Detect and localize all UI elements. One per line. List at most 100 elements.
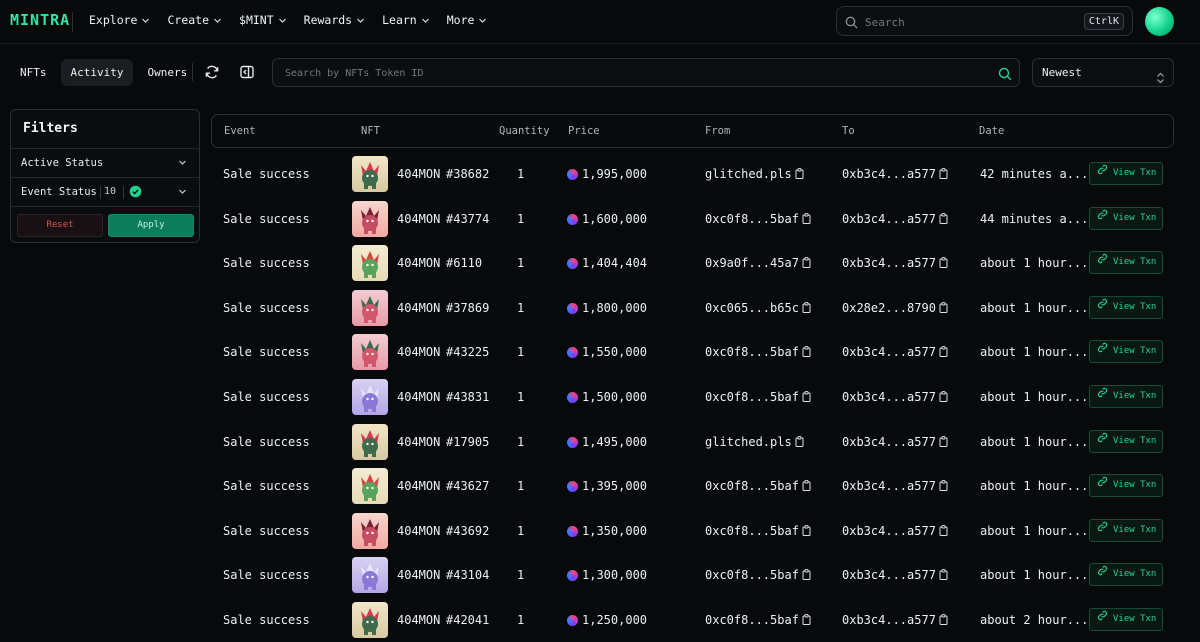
nav-item-learn[interactable]: Learn — [382, 13, 430, 27]
brand-logo[interactable]: MINTRA — [10, 11, 70, 29]
nft-token-id[interactable]: #17905 — [446, 435, 489, 449]
nft-collection[interactable]: 404MON — [397, 524, 440, 538]
nft-collection[interactable]: 404MON — [397, 301, 440, 315]
from-cell[interactable]: 0xc0f8...5baf — [705, 568, 811, 582]
copy-icon[interactable] — [799, 301, 811, 315]
nft-thumbnail[interactable] — [352, 423, 388, 460]
nft-collection[interactable]: 404MON — [397, 256, 440, 270]
copy-icon[interactable] — [936, 435, 948, 449]
table-row[interactable]: Sale success 404MON #6110 1 1,404,404 0x9a0f.… — [211, 241, 1174, 285]
global-search[interactable]: CtrlK — [836, 6, 1133, 36]
to-address[interactable]: 0xb3c4...a577 — [842, 435, 936, 449]
global-search-input[interactable] — [863, 13, 1063, 31]
sidebar-collapse-icon[interactable] — [239, 64, 255, 80]
table-row[interactable]: Sale success 404MON #43831 1 1,500,000 0xc0f8… — [211, 375, 1174, 419]
view-txn-button[interactable]: View Txn — [1089, 385, 1163, 408]
user-avatar[interactable] — [1145, 7, 1174, 36]
to-cell[interactable]: 0xb3c4...a577 — [842, 568, 948, 582]
copy-icon[interactable] — [799, 479, 811, 493]
copy-icon[interactable] — [799, 613, 811, 627]
copy-icon[interactable] — [936, 568, 948, 582]
from-cell[interactable]: 0xc0f8...5baf — [705, 212, 811, 226]
nft-thumbnail[interactable] — [352, 289, 388, 326]
to-address[interactable]: 0xb3c4...a577 — [842, 479, 936, 493]
tab-activity[interactable]: Activity — [60, 59, 134, 86]
table-row[interactable]: Sale success 404MON #38682 1 1,995,000 glitch… — [211, 152, 1174, 196]
filter-active-status[interactable]: Active Status — [11, 148, 199, 177]
nft-thumbnail[interactable] — [352, 156, 388, 192]
from-address[interactable]: 0xc0f8...5baf — [705, 390, 799, 404]
to-address[interactable]: 0x28e2...8790 — [842, 301, 936, 315]
copy-icon[interactable] — [936, 479, 948, 493]
view-txn-button[interactable]: View Txn — [1089, 340, 1163, 364]
nft-collection[interactable]: 404MON — [397, 167, 440, 181]
view-txn-button[interactable]: View Txn — [1089, 206, 1163, 230]
nft-thumbnail[interactable] — [352, 557, 388, 594]
copy-icon[interactable] — [936, 212, 948, 226]
copy-icon[interactable] — [799, 390, 811, 404]
nft-token-id[interactable]: #43692 — [446, 524, 489, 538]
view-txn-button[interactable]: View Txn — [1089, 162, 1163, 185]
from-cell[interactable]: 0xc0f8...5baf — [705, 390, 811, 404]
view-txn-button[interactable]: View Txn — [1089, 474, 1163, 498]
nft-collection[interactable]: 404MON — [397, 390, 440, 404]
view-txn-button[interactable]: View Txn — [1089, 608, 1163, 631]
nft-token-id[interactable]: #43627 — [446, 479, 489, 493]
from-cell[interactable]: 0x9a0f...45a7 — [705, 256, 811, 270]
view-txn-button[interactable]: View Txn — [1089, 563, 1163, 587]
nft-token-id[interactable]: #43104 — [446, 568, 489, 582]
table-row[interactable]: Sale success 404MON #17905 1 1,495,000 glitch… — [211, 420, 1174, 464]
copy-icon[interactable] — [936, 524, 948, 538]
from-cell[interactable]: 0xc0f8...5baf — [705, 524, 811, 538]
token-search[interactable] — [272, 58, 1020, 87]
to-address[interactable]: 0xb3c4...a577 — [842, 613, 936, 627]
nft-collection[interactable]: 404MON — [397, 568, 440, 582]
search-icon[interactable] — [998, 66, 1012, 85]
nft-thumbnail[interactable] — [352, 334, 388, 371]
nav-item-more[interactable]: More — [447, 13, 488, 27]
to-cell[interactable]: 0xb3c4...a577 — [842, 435, 948, 449]
reset-button[interactable]: Reset — [17, 214, 103, 237]
nft-thumbnail[interactable] — [352, 379, 388, 415]
nft-collection[interactable]: 404MON — [397, 212, 440, 226]
nft-collection[interactable]: 404MON — [397, 613, 440, 627]
from-cell[interactable]: 0xc0f8...5baf — [705, 345, 811, 359]
to-address[interactable]: 0xb3c4...a577 — [842, 568, 936, 582]
nft-token-id[interactable]: #42041 — [446, 613, 489, 627]
to-cell[interactable]: 0xb3c4...a577 — [842, 479, 948, 493]
table-row[interactable]: Sale success 404MON #43692 1 1,350,000 0xc0f8… — [211, 509, 1174, 553]
nft-token-id[interactable]: #37869 — [446, 301, 489, 315]
from-cell[interactable]: 0xc0f8...5baf — [705, 613, 811, 627]
copy-icon[interactable] — [799, 568, 811, 582]
table-row[interactable]: Sale success 404MON #37869 1 1,800,000 0xc065… — [211, 286, 1174, 330]
from-address[interactable]: 0xc0f8...5baf — [705, 568, 799, 582]
nft-token-id[interactable]: #38682 — [446, 167, 489, 181]
to-cell[interactable]: 0xb3c4...a577 — [842, 345, 948, 359]
to-address[interactable]: 0xb3c4...a577 — [842, 390, 936, 404]
to-cell[interactable]: 0xb3c4...a577 — [842, 212, 948, 226]
nav-item-create[interactable]: Create — [167, 13, 222, 27]
nft-token-id[interactable]: #43225 — [446, 345, 489, 359]
table-row[interactable]: Sale success 404MON #43104 1 1,300,000 0xc0f8… — [211, 553, 1174, 597]
to-cell[interactable]: 0xb3c4...a577 — [842, 524, 948, 538]
nft-token-id[interactable]: #43774 — [446, 212, 489, 226]
from-address[interactable]: 0xc0f8...5baf — [705, 524, 799, 538]
copy-icon[interactable] — [936, 167, 948, 181]
to-cell[interactable]: 0xb3c4...a577 — [842, 613, 948, 627]
table-row[interactable]: Sale success 404MON #43627 1 1,395,000 0xc0f8… — [211, 464, 1174, 508]
copy-icon[interactable] — [936, 256, 948, 270]
nav-item-rewards[interactable]: Rewards — [304, 13, 365, 27]
from-address[interactable]: glitched.pls — [705, 435, 792, 449]
from-address[interactable]: 0xc0f8...5baf — [705, 479, 799, 493]
table-row[interactable]: Sale success 404MON #43774 1 1,600,000 0xc0f8… — [211, 197, 1174, 241]
to-address[interactable]: 0xb3c4...a577 — [842, 345, 936, 359]
from-address[interactable]: 0x9a0f...45a7 — [705, 256, 799, 270]
to-address[interactable]: 0xb3c4...a577 — [842, 212, 936, 226]
nav-item-mint[interactable]: $MINT — [239, 13, 287, 27]
view-txn-button[interactable]: View Txn — [1089, 518, 1163, 542]
table-row[interactable]: Sale success 404MON #43225 1 1,550,000 0xc0f8… — [211, 330, 1174, 374]
from-cell[interactable]: glitched.pls — [705, 167, 804, 181]
copy-icon[interactable] — [936, 301, 948, 315]
tab-owners[interactable]: Owners — [137, 59, 197, 86]
nft-thumbnail[interactable] — [352, 245, 388, 282]
